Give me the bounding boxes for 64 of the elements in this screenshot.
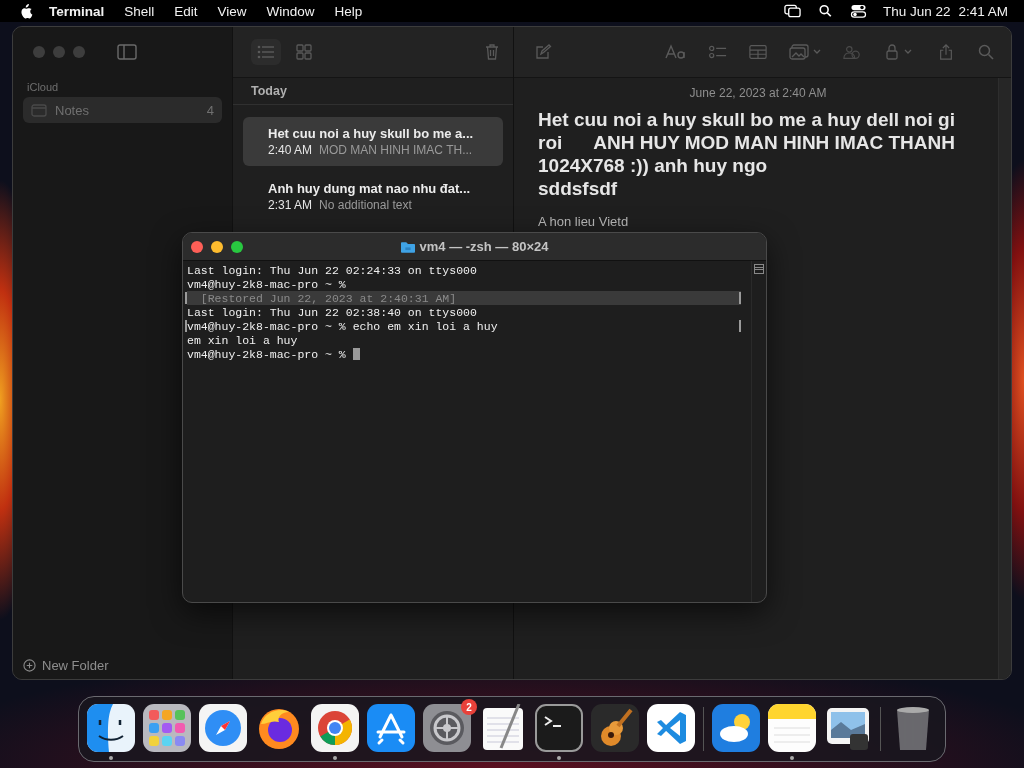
search-icon[interactable] [816,4,834,18]
note-heading-line: Het cuu noi a huy skull bo me a huy dell noi gi [538,108,956,131]
close-button[interactable] [191,240,203,253]
screen-mirroring-icon[interactable] [783,4,801,18]
sidebar-toggle-icon[interactable] [117,44,137,60]
folder-icon [31,103,47,117]
checklist-icon[interactable] [709,44,727,60]
group-header: Today [233,78,513,105]
terminal-line: Last login: Thu Jun 22 02:24:33 on ttys000 [187,263,477,277]
ring-logo-icon[interactable] [311,704,359,752]
compass-icon[interactable] [199,704,247,752]
folder-icon [400,240,415,253]
menu-time[interactable]: 2:41 AM [958,3,1008,19]
pencil-letter-icon[interactable] [367,704,415,752]
folder-count: 4 [206,102,214,118]
terminal-line: em xin loi a huy [187,333,298,347]
list-icon [257,44,275,60]
menu-item[interactable]: Help [334,3,363,19]
split-pane-icon[interactable] [754,264,764,274]
code-icon[interactable] [647,704,695,752]
note-time: 2:40 AM [268,143,313,157]
note-title: Het cuu noi a huy skull bo me a... [268,126,475,141]
menu-item[interactable]: View [217,3,247,19]
terminal-line: Last login: Thu Jun 22 02:38:40 on ttys000 [187,305,477,319]
face-icon[interactable] [87,704,135,752]
scrollbar-track[interactable] [998,78,1011,679]
terminal-line: vm4@huy-2k8-mac-pro ~ % echo em xin loi a huy [187,319,498,333]
menu-date[interactable]: Thu Jun 22 [882,3,951,19]
note-preview: No additional text [319,198,412,212]
plus-circle-icon [23,659,36,672]
line-mark [739,320,741,332]
new-folder-button[interactable]: New Folder [23,658,222,673]
note-time: 2:31 AM [268,198,313,212]
zoom-button[interactable] [231,240,243,253]
terminal-line: vm4@huy-2k8-mac-pro ~ % [187,277,346,291]
terminal-title: vm4 — -zsh — 80×24 [419,239,549,254]
terminal-line: [Restored Jun 22, 2023 at 2:40:31 AM] [199,291,457,305]
note-preview: MOD MAN HINH IMAC TH... [319,143,473,157]
line-mark [739,292,741,304]
note-title: Anh huy dung mat nao nhu đat... [268,181,472,196]
terminal-line: vm4@huy-2k8-mac-pro ~ % [187,347,346,361]
note-date: June 22, 2023 at 2:40 AM [689,86,827,100]
note-heading-line: 1024X768 :)) anh huy ngo [538,154,769,177]
menu-item[interactable]: Window [266,3,315,19]
gear-icon[interactable] [423,704,471,752]
notepad-icon[interactable] [768,704,816,752]
sidebar-section-label: iCloud [27,81,60,93]
menu-item[interactable]: Edit [174,3,198,19]
note-body-text: A hon lieu Vietd [538,214,630,229]
guitar-icon[interactable] [591,704,639,752]
apple-icon[interactable] [20,3,33,19]
folder-name: Notes [55,102,90,118]
note-heading-line: sddsfsdf [538,177,619,200]
terminal-icon[interactable] [535,704,583,752]
menu-item[interactable]: Shell [124,3,155,19]
note-item[interactable]: Anh huy dung mat nao nhu đat... 2:31 AM No additional text [243,172,503,221]
note-heading-line: roi ANH HUY MOD MAN HINH IMAC THANH [538,131,956,154]
minimize-button[interactable] [211,240,223,253]
note-item[interactable]: Het cuu noi a huy skull bo me a... 2:40 AM MOD MAN HINH IMAC TH... [243,117,503,166]
cloud-sun-icon[interactable] [712,704,760,752]
notification-badge: 2 [461,699,477,715]
menu-app-name[interactable]: Terminal [49,3,105,19]
control-center-icon[interactable] [849,4,867,18]
app-grid-icon[interactable] [143,704,191,752]
